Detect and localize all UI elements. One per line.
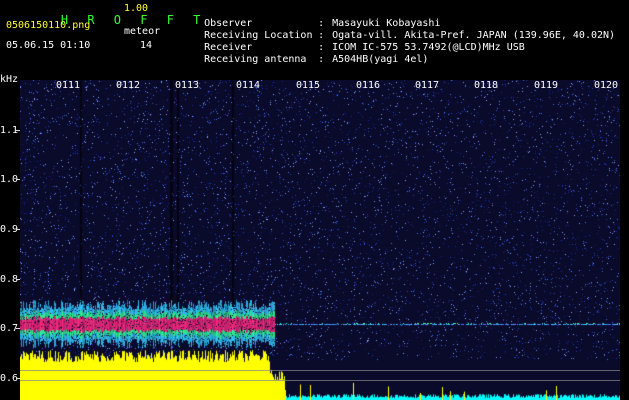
observation-datetime: 05.06.15 01:10 — [6, 40, 91, 51]
x-tick-label: 0118 — [474, 80, 499, 91]
y-tick-label: 0.8 — [0, 274, 19, 285]
meteor-count: 14 — [140, 40, 153, 51]
hrofft-window: H R O F F T 1.00 0506150110.png meteor 0… — [0, 0, 629, 400]
y-tick-mark — [16, 279, 20, 280]
x-tick-label: 0120 — [594, 80, 619, 91]
image-filename: 0506150110.png — [6, 20, 91, 31]
y-tick-label: 1.1 — [0, 125, 19, 136]
x-tick-label: 0112 — [116, 80, 141, 91]
spectrogram-plot — [20, 80, 620, 400]
y-tick-mark — [16, 229, 20, 230]
y-tick-label: 0.7 — [0, 323, 19, 334]
reference-line — [20, 370, 620, 371]
reference-line — [20, 380, 620, 381]
y-tick-mark — [16, 378, 20, 379]
x-tick-label: 0119 — [534, 80, 559, 91]
info-separator: : — [318, 54, 325, 65]
info-row-antenna: Receiving antenna: A504HB(yagi 4el) — [180, 42, 428, 78]
x-tick-label: 0114 — [236, 80, 261, 91]
y-tick-mark — [16, 130, 20, 131]
x-tick-label: 0113 — [175, 80, 200, 91]
y-tick-label: 0.6 — [0, 373, 19, 384]
y-tick-mark — [16, 328, 20, 329]
y-axis-unit: kHz — [0, 74, 19, 85]
signal-power-trace — [20, 80, 620, 400]
info-key: Receiving antenna — [204, 54, 307, 65]
meteor-label: meteor — [124, 26, 161, 37]
y-tick-label: 1.0 — [0, 174, 19, 185]
info-value: A504HB(yagi 4el) — [332, 54, 429, 65]
x-tick-label: 0115 — [296, 80, 321, 91]
x-tick-label: 0117 — [415, 80, 440, 91]
app-version: 1.00 — [124, 3, 149, 14]
x-tick-label: 0111 — [56, 80, 81, 91]
y-tick-mark — [16, 179, 20, 180]
y-tick-label: 0.9 — [0, 224, 19, 235]
x-tick-label: 0116 — [356, 80, 381, 91]
